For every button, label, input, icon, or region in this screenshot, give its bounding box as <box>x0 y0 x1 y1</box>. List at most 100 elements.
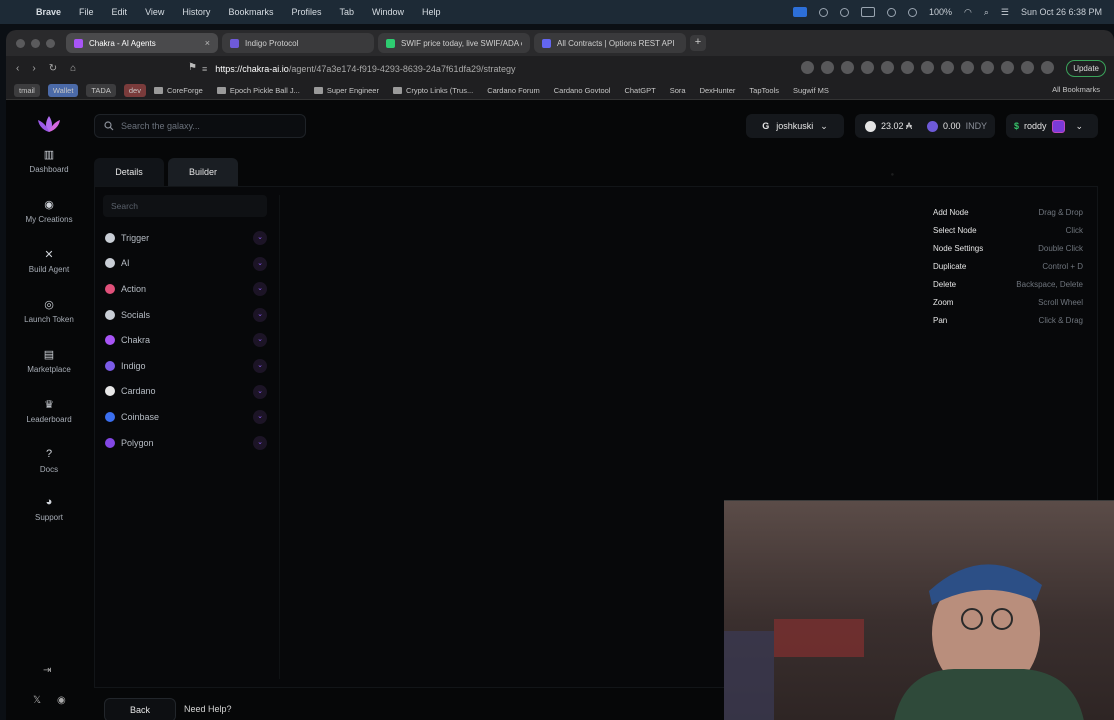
site-settings-icon[interactable]: ≡ <box>202 64 207 74</box>
bookmark-item[interactable]: Sugwif MS <box>793 86 829 95</box>
bookmark-item[interactable]: Wallet <box>47 83 79 97</box>
sidebar-item-marketplace[interactable]: ▤ Marketplace <box>6 348 92 374</box>
sidebar-item-docs[interactable]: ? Docs <box>6 448 92 474</box>
node-category-polygon[interactable]: Polygon ⌄ <box>103 430 267 456</box>
extension-icon[interactable] <box>841 61 854 74</box>
menu-brave[interactable]: Brave <box>36 7 61 17</box>
search-icon[interactable]: ⌕ <box>984 7 989 18</box>
google-account-button[interactable]: G joshkuski ⌄ <box>746 114 844 138</box>
node-category-cardano[interactable]: Cardano ⌄ <box>103 379 267 405</box>
menu-profiles[interactable]: Profiles <box>291 7 321 17</box>
back-arrow-icon[interactable]: ‹ <box>16 63 19 74</box>
node-category-coinbase[interactable]: Coinbase ⌄ <box>103 404 267 430</box>
browser-tab[interactable]: Chakra - AI Agents × <box>66 33 218 53</box>
address-bar[interactable]: ≡ https://chakra-ai.io/agent/47a3e174-f9… <box>202 59 672 78</box>
reload-icon[interactable]: ↻ <box>49 63 57 74</box>
bookmark-page-icon[interactable]: ⚑ <box>188 62 197 73</box>
menu-file[interactable]: File <box>79 7 94 17</box>
new-tab-button[interactable]: + <box>690 35 706 51</box>
menu-view[interactable]: View <box>145 7 164 17</box>
extension-icon[interactable] <box>921 61 934 74</box>
node-category-action[interactable]: Action ⌄ <box>103 276 267 302</box>
extension-icon[interactable] <box>1041 61 1054 74</box>
node-category-chakra[interactable]: Chakra ⌄ <box>103 327 267 353</box>
wallet-balance[interactable]: 23.02 ₳ 0.00 INDY <box>855 114 995 138</box>
browser-tab[interactable]: All Contracts | Options REST API <box>534 33 686 53</box>
bookmark-item[interactable]: CoreForge <box>153 86 203 95</box>
extension-icon[interactable] <box>861 61 874 74</box>
sidebar-item-support[interactable]: ◕ Support <box>6 496 92 522</box>
chevron-down-icon[interactable]: ⌄ <box>253 231 267 245</box>
menu-history[interactable]: History <box>182 7 210 17</box>
extension-icon[interactable] <box>981 61 994 74</box>
node-search-input[interactable]: Search <box>103 195 267 217</box>
extension-icon[interactable] <box>1001 61 1014 74</box>
bookmark-item[interactable]: ChatGPT <box>624 86 655 95</box>
extension-icon[interactable] <box>821 61 834 74</box>
home-icon[interactable]: ⌂ <box>70 63 76 74</box>
browser-tab[interactable]: SWIF price today, live SWIF/ADA c <box>378 33 530 53</box>
wifi-icon[interactable]: ◠ <box>964 7 972 18</box>
x-twitter-icon[interactable]: 𝕏 <box>33 695 41 706</box>
sync-icon[interactable] <box>839 7 849 17</box>
chevron-down-icon[interactable]: ⌄ <box>253 333 267 348</box>
bookmark-item[interactable]: tmail <box>14 83 40 97</box>
chevron-down-icon[interactable]: ⌄ <box>253 358 267 373</box>
display-icon[interactable] <box>860 7 875 17</box>
bookmark-item[interactable]: dev <box>123 83 146 97</box>
minimize-window-button[interactable] <box>31 38 40 48</box>
battery-percent[interactable]: 100% <box>929 7 952 17</box>
chevron-down-icon[interactable]: ⌄ <box>253 282 267 297</box>
extension-icon[interactable] <box>881 61 894 74</box>
back-button[interactable]: Back <box>104 698 176 720</box>
discord-icon[interactable]: ◉ <box>57 695 66 706</box>
bookmark-item[interactable]: Cardano Forum <box>487 86 540 95</box>
bookmark-item[interactable]: Super Engineer <box>313 86 379 95</box>
close-tab-icon[interactable]: × <box>205 38 210 48</box>
play-icon[interactable] <box>907 7 917 17</box>
all-bookmarks-link[interactable]: All Bookmarks <box>1052 85 1100 94</box>
bookmark-item[interactable]: TapTools <box>749 86 779 95</box>
forward-arrow-icon[interactable]: › <box>32 63 35 74</box>
chevron-down-icon[interactable]: ⌄ <box>253 256 267 271</box>
need-help-link[interactable]: Need Help? <box>184 704 232 714</box>
extension-icon[interactable] <box>961 61 974 74</box>
logout-icon[interactable]: ⇥ <box>43 665 51 676</box>
chevron-down-icon[interactable]: ⌄ <box>253 410 267 425</box>
bookmark-item[interactable]: TADA <box>86 83 116 97</box>
galaxy-search-input[interactable]: Search the galaxy... <box>94 114 306 138</box>
menu-tab[interactable]: Tab <box>339 7 354 17</box>
chevron-down-icon[interactable]: ⌄ <box>253 384 267 399</box>
sidebar-item-dashboard[interactable]: ▥ Dashboard <box>6 148 92 174</box>
chakra-logo-icon[interactable] <box>35 114 63 134</box>
menu-help[interactable]: Help <box>422 7 441 17</box>
node-category-socials[interactable]: Socials ⌄ <box>103 302 267 328</box>
screen-record-icon[interactable] <box>792 7 807 17</box>
node-category-ai[interactable]: AI ⌄ <box>103 251 267 277</box>
bookmark-item[interactable]: Sora <box>670 86 686 95</box>
bookmark-item[interactable]: Crypto Links (Trus... <box>392 86 473 95</box>
menu-edit[interactable]: Edit <box>112 7 128 17</box>
clock[interactable]: Sun Oct 26 6:38 PM <box>1021 7 1102 17</box>
browser-tab[interactable]: Indigo Protocol <box>222 33 374 53</box>
bookmark-item[interactable]: Cardano Govtool <box>554 86 611 95</box>
vpn-icon[interactable] <box>818 7 828 17</box>
node-category-trigger[interactable]: Trigger ⌄ <box>103 225 267 251</box>
extension-icon[interactable] <box>801 61 814 74</box>
chevron-down-icon[interactable]: ⌄ <box>253 307 267 322</box>
sidebar-item-launch-token[interactable]: ◎ Launch Token <box>6 298 92 324</box>
bookmark-item[interactable]: Epoch Pickle Ball J... <box>216 86 300 95</box>
sidebar-item-leaderboard[interactable]: ♛ Leaderboard <box>6 398 92 424</box>
extension-icon[interactable] <box>941 61 954 74</box>
zoom-window-button[interactable] <box>46 38 55 48</box>
menu-window[interactable]: Window <box>372 7 404 17</box>
extension-icon[interactable] <box>1021 61 1034 74</box>
sidebar-item-build-agent[interactable]: ✕ Build Agent <box>6 248 92 274</box>
chevron-down-icon[interactable]: ⌄ <box>253 435 267 450</box>
close-window-button[interactable] <box>16 38 25 48</box>
bluetooth-icon[interactable] <box>886 7 896 17</box>
menu-bookmarks[interactable]: Bookmarks <box>228 7 273 17</box>
control-center-icon[interactable]: ☰ <box>1001 7 1009 18</box>
tab-details[interactable]: Details <box>94 158 164 186</box>
extension-icon[interactable] <box>901 61 914 74</box>
